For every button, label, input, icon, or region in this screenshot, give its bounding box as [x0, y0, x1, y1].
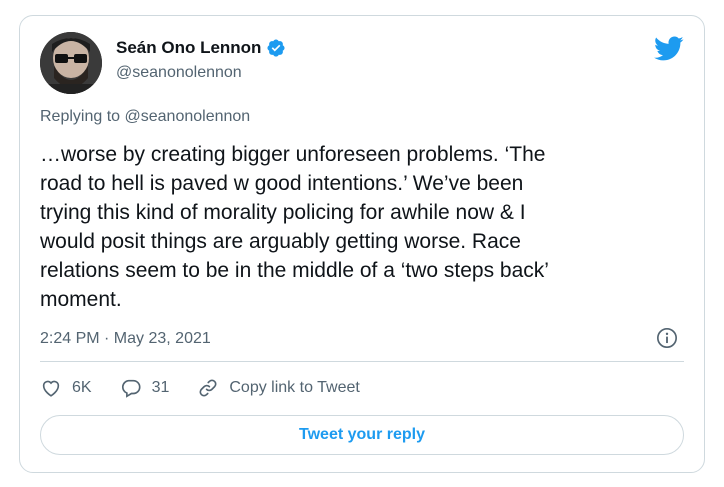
reply-count: 31	[151, 379, 170, 396]
heart-icon	[42, 380, 60, 397]
tweet-timestamp[interactable]: 2:24 PM · May 23, 2021	[40, 330, 211, 348]
replying-to-mention[interactable]: @seanonolennon	[125, 108, 251, 125]
info-icon[interactable]	[656, 327, 678, 349]
tweet-your-reply-button[interactable]: Tweet your reply	[40, 415, 684, 455]
verified-badge-icon	[266, 38, 286, 58]
reply-action-button[interactable]: 31	[120, 377, 170, 399]
avatar-photo	[40, 32, 102, 94]
user-handle[interactable]: @seanonolennon	[116, 64, 242, 82]
tweet-card: Seán Ono Lennon @seanonolennon Replying …	[19, 15, 705, 473]
twitter-bird-icon[interactable]	[654, 36, 684, 62]
divider	[40, 361, 684, 362]
link-icon	[199, 379, 217, 397]
avatar[interactable]	[40, 32, 102, 94]
like-count: 6K	[72, 379, 92, 396]
tweet-text: …worse by creating bigger unforeseen pro…	[40, 143, 549, 311]
action-bar: 6K 31 Copy link to Tweet	[40, 377, 388, 399]
display-name[interactable]: Seán Ono Lennon	[116, 38, 261, 58]
copy-link-button[interactable]: Copy link to Tweet	[197, 377, 360, 399]
user-name-row: Seán Ono Lennon	[116, 38, 286, 58]
copy-link-label: Copy link to Tweet	[229, 379, 360, 396]
replying-to-prefix: Replying to	[40, 108, 121, 125]
replying-to: Replying to @seanonolennon	[40, 108, 250, 126]
comment-icon	[121, 379, 141, 398]
like-button[interactable]: 6K	[40, 377, 92, 399]
